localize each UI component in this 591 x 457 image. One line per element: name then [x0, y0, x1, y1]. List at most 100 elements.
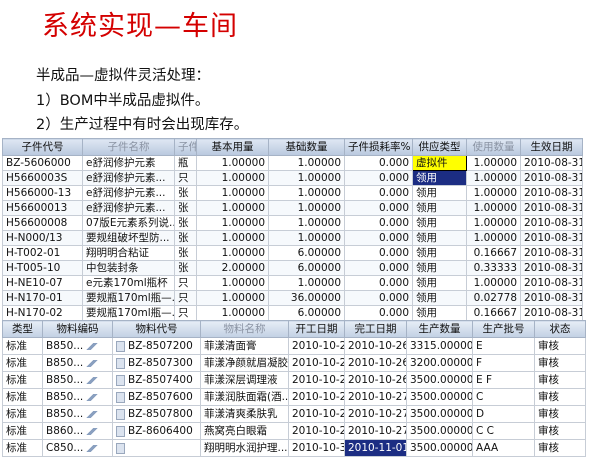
table-row[interactable]: H56600008 07版E元素系列说... 张 1.00000 1.00000 0.00…	[2, 215, 583, 231]
cell-quantity[interactable]: 3500.00000	[406, 422, 473, 440]
cell-finish-date[interactable]: 2010-10-27	[344, 388, 407, 406]
cell-supply-type[interactable]: 领用	[412, 170, 467, 186]
cell-use-qty[interactable]: 0.16667	[466, 245, 521, 261]
cell-part-code[interactable]: H56600008	[2, 215, 83, 231]
cell-unit[interactable]: 只	[174, 170, 197, 186]
cell-part-code[interactable]: H-NE10-07	[2, 275, 83, 291]
cell-batch-no[interactable]: F	[472, 354, 535, 372]
cell-supply-type[interactable]: 领用	[412, 200, 467, 216]
pencil-icon[interactable]	[85, 427, 100, 435]
col-header[interactable]: 类型	[2, 320, 43, 338]
cell-base-qty[interactable]: 1.00000	[196, 185, 269, 201]
cell-batch-no[interactable]: D	[472, 405, 535, 423]
cell-material-id[interactable]: BZ-8606400	[112, 422, 201, 440]
cell-unit[interactable]: 只	[174, 290, 197, 306]
cell-base-count[interactable]: 1.00000	[268, 185, 345, 201]
cell-base-qty[interactable]: 1.00000	[196, 275, 269, 291]
cell-unit[interactable]: 张	[174, 215, 197, 231]
cell-material-name[interactable]: 菲漾清面膏	[200, 337, 289, 355]
cell-base-count[interactable]: 36.00000	[268, 290, 345, 306]
table-row[interactable]: H5660003S e舒润修护元素... 只 1.00000 1.00000 0.000 领…	[2, 170, 583, 186]
cell-loss-rate[interactable]: 0.000	[344, 185, 413, 201]
cell-part-code[interactable]: H-T002-01	[2, 245, 83, 261]
cell-effective-date[interactable]: 2010-08-31	[520, 170, 583, 186]
cell-base-qty[interactable]: 2.00000	[196, 260, 269, 276]
cell-finish-date[interactable]: 2010-10-26	[344, 337, 407, 355]
col-header[interactable]: 开工日期	[288, 320, 345, 338]
cell-part-name[interactable]: e舒润修护元素...	[82, 185, 175, 201]
col-header[interactable]: 子件名称	[82, 138, 175, 156]
cell-part-code[interactable]: H-N170-02	[2, 305, 83, 321]
cell-base-qty[interactable]: 1.00000	[196, 245, 269, 261]
cell-base-qty[interactable]: 1.00000	[196, 290, 269, 306]
cell-part-name[interactable]: e舒润修护元素...	[82, 170, 175, 186]
cell-use-qty[interactable]: 0.16667	[466, 305, 521, 321]
cell-part-code[interactable]: H5660003S	[2, 170, 83, 186]
cell-unit[interactable]: 张	[174, 200, 197, 216]
cell-part-name[interactable]: e元素170ml瓶杯	[82, 275, 175, 291]
table-row[interactable]: 标准 B850... BZ-8507200 菲漾清面膏 2010-10-26 2010-1…	[2, 337, 586, 355]
cell-loss-rate[interactable]: 0.000	[344, 290, 413, 306]
cell-part-code[interactable]: BZ-5606000	[2, 155, 83, 171]
cell-supply-type[interactable]: 领用	[412, 275, 467, 291]
col-header[interactable]: 物料编码	[42, 320, 113, 338]
cell-effective-date[interactable]: 2010-08-31	[520, 275, 583, 291]
cell-use-qty[interactable]: 1.00000	[466, 275, 521, 291]
cell-batch-no[interactable]: AAA	[472, 439, 535, 457]
cell-part-name[interactable]: e舒润修护元素	[82, 155, 175, 171]
table-row[interactable]: H-N170-01 要规瓶170ml瓶—... 只 1.00000 36.00000 0.…	[2, 290, 583, 306]
checkbox-icon[interactable]	[116, 408, 125, 420]
cell-status[interactable]: 审核	[534, 439, 586, 457]
cell-part-code[interactable]: H566000-13	[2, 185, 83, 201]
cell-material-name[interactable]: 菲漾润肤面霜(酒...	[200, 388, 289, 406]
table-row[interactable]: H56600013 e舒润修护元素... 张 1.00000 1.00000 0.000 领…	[2, 200, 583, 216]
cell-effective-date[interactable]: 2010-08-31	[520, 185, 583, 201]
cell-loss-rate[interactable]: 0.000	[344, 230, 413, 246]
cell-supply-type[interactable]: 领用	[412, 215, 467, 231]
col-header[interactable]: 生效日期	[520, 138, 583, 156]
cell-type[interactable]: 标准	[2, 422, 43, 440]
cell-batch-no[interactable]: C	[472, 388, 535, 406]
cell-base-count[interactable]: 1.00000	[268, 275, 345, 291]
cell-start-date[interactable]: 2010-10-27	[288, 422, 345, 440]
cell-supply-type[interactable]: 领用	[412, 230, 467, 246]
table-row[interactable]: BZ-5606000 e舒润修护元素瓶 1.00000 1.00000 0.000 虚拟件…	[2, 155, 583, 171]
cell-loss-rate[interactable]: 0.000	[344, 275, 413, 291]
cell-base-count[interactable]: 1.00000	[268, 230, 345, 246]
cell-start-date[interactable]: 2010-10-26	[288, 354, 345, 372]
cell-finish-date[interactable]: 2010-10-27	[344, 405, 407, 423]
cell-material-id[interactable]: BZ-8507200	[112, 337, 201, 355]
cell-unit[interactable]: 张	[174, 245, 197, 261]
cell-start-date[interactable]: 2010-10-26	[288, 337, 345, 355]
cell-unit[interactable]: 只	[174, 275, 197, 291]
cell-status[interactable]: 审核	[534, 405, 586, 423]
cell-part-code[interactable]: H-N170-01	[2, 290, 83, 306]
cell-use-qty[interactable]: 1.00000	[466, 155, 521, 171]
checkbox-icon[interactable]	[116, 340, 125, 352]
cell-base-qty[interactable]: 1.00000	[196, 170, 269, 186]
cell-quantity[interactable]: 3200.00000	[406, 354, 473, 372]
cell-effective-date[interactable]: 2010-08-31	[520, 155, 583, 171]
cell-base-count[interactable]: 1.00000	[268, 200, 345, 216]
checkbox-icon[interactable]	[116, 391, 125, 403]
cell-material-code[interactable]: B860...	[42, 422, 113, 440]
cell-base-qty[interactable]: 1.00000	[196, 215, 269, 231]
table-row[interactable]: H566000-13 e舒润修护元素... 张 1.00000 1.00000 0.000…	[2, 185, 583, 201]
pencil-icon[interactable]	[85, 342, 100, 350]
col-header[interactable]: 子件代号	[2, 138, 83, 156]
cell-material-id[interactable]: BZ-8507600	[112, 388, 201, 406]
cell-quantity[interactable]: 3500.00000	[406, 439, 473, 457]
cell-material-code[interactable]: B850...	[42, 405, 113, 423]
table-row[interactable]: 标准 B850... BZ-8507400 菲漾深层调理液 2010-10-26 2010…	[2, 371, 586, 389]
cell-finish-date[interactable]: 2010-10-27	[344, 422, 407, 440]
cell-start-date[interactable]: 2010-10-27	[288, 388, 345, 406]
cell-type[interactable]: 标准	[2, 388, 43, 406]
cell-material-id[interactable]	[112, 439, 201, 457]
cell-material-id[interactable]: BZ-8507800	[112, 405, 201, 423]
cell-effective-date[interactable]: 2010-08-31	[520, 200, 583, 216]
cell-supply-type[interactable]: 虚拟件	[412, 155, 467, 171]
cell-type[interactable]: 标准	[2, 354, 43, 372]
pencil-icon[interactable]	[85, 444, 100, 452]
cell-loss-rate[interactable]: 0.000	[344, 200, 413, 216]
cell-material-code[interactable]: B850...	[42, 354, 113, 372]
